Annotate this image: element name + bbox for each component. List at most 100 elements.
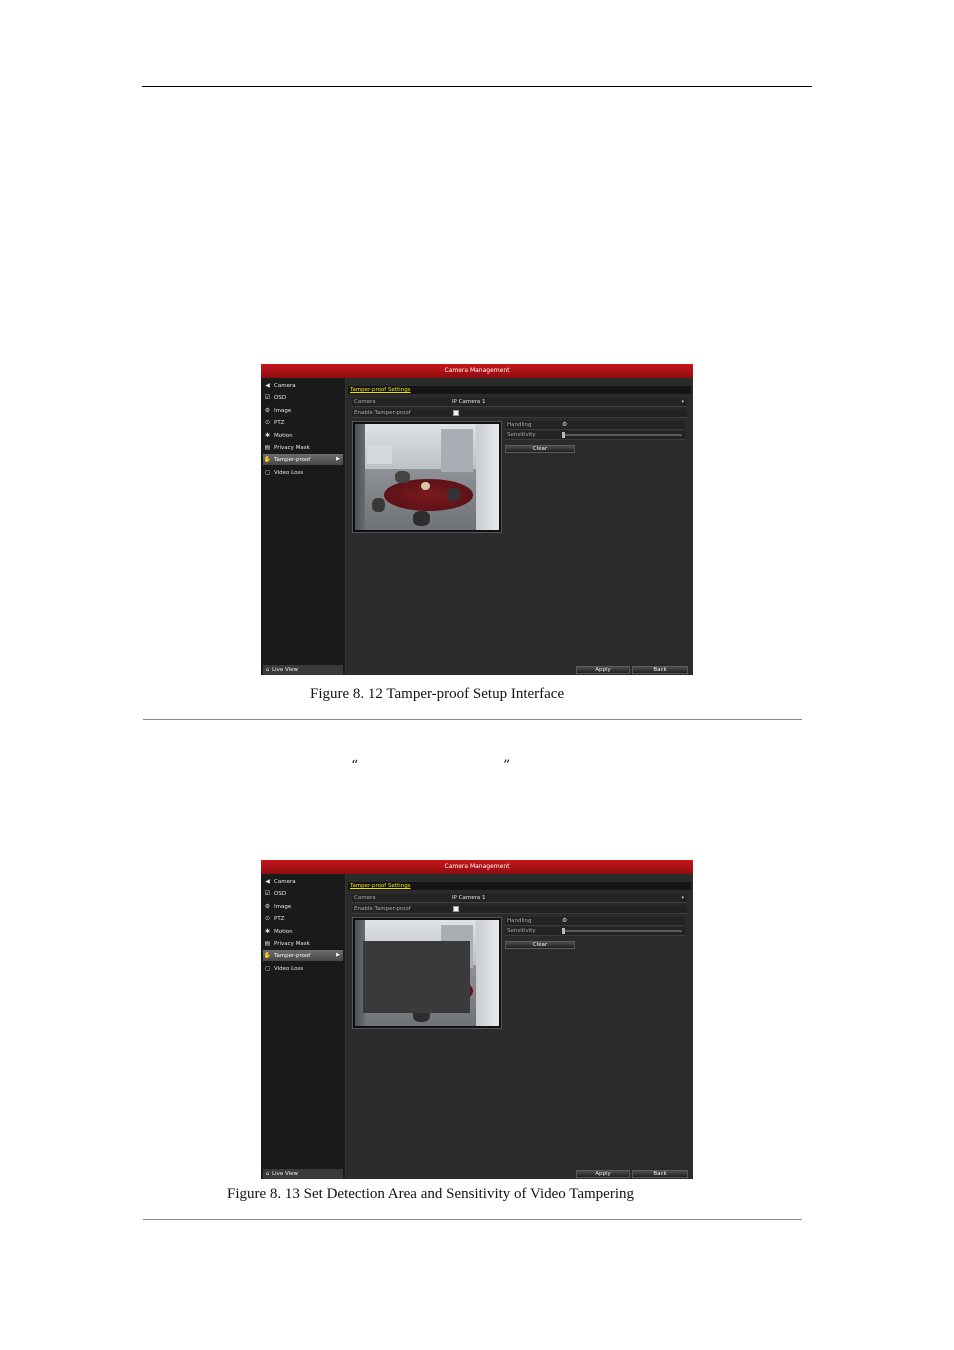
sidebar-item-label: Image bbox=[274, 903, 292, 910]
motion-icon: ✱ bbox=[264, 927, 271, 935]
header-rule bbox=[142, 86, 812, 87]
camera-label: Camera bbox=[354, 399, 376, 405]
settings-panel: Tamper-proof Settings Camera IP Camera 1 ▾ E… bbox=[346, 378, 693, 675]
sidebar-item-video-loss[interactable]: ◻ Video Loss bbox=[263, 963, 343, 974]
clear-button[interactable]: Clear bbox=[505, 445, 575, 453]
handling-row: Handling ⚙ bbox=[505, 421, 685, 430]
camera-value: IP Camera 1 bbox=[452, 895, 486, 901]
figure-separator bbox=[143, 1219, 802, 1220]
sidebar-item-image[interactable]: ⚙ Image bbox=[263, 405, 343, 416]
sensitivity-slider[interactable] bbox=[562, 928, 682, 934]
figure-separator bbox=[143, 719, 802, 720]
sidebar-item-video-loss[interactable]: ◻ Video Loss bbox=[263, 467, 343, 478]
sidebar-item-osd[interactable]: ☑ OSD bbox=[263, 888, 343, 899]
sidebar-item-label: OSD bbox=[274, 891, 287, 898]
camera-label: Camera bbox=[354, 895, 376, 901]
sidebar-item-label: Motion bbox=[274, 432, 293, 439]
settings-sidebar: ◀ Camera ☑ OSD ⚙ Image ⊙ PTZ ✱ Motion ▤ Privacy Mas… bbox=[261, 874, 346, 1179]
camera-select[interactable]: Camera IP Camera 1 ▾ bbox=[352, 894, 687, 903]
sidebar-item-privacy-mask[interactable]: ▤ Privacy Mask bbox=[263, 442, 343, 453]
live-view-button[interactable]: ⌂ Live View bbox=[263, 1169, 343, 1179]
privacy-mask-icon: ▤ bbox=[264, 444, 271, 451]
slider-handle[interactable] bbox=[562, 432, 565, 438]
detection-area[interactable] bbox=[363, 941, 470, 1013]
enable-tamper-proof-label: Enable Tamper-proof bbox=[354, 906, 411, 912]
sidebar-item-label: PTZ bbox=[274, 420, 285, 427]
sidebar-item-label: Camera bbox=[274, 383, 296, 389]
settings-sidebar: ◀ Camera ☑ OSD ⚙ Image ⊙ PTZ ✱ Motion ▤ Privacy Mas… bbox=[261, 378, 346, 675]
sensitivity-slider[interactable] bbox=[562, 432, 682, 438]
settings-panel: Tamper-proof Settings Camera IP Camera 1 ▾ E… bbox=[346, 874, 693, 1179]
sidebar-item-motion[interactable]: ✱ Motion bbox=[263, 430, 343, 441]
handling-label: Handling bbox=[507, 422, 532, 428]
back-button[interactable]: Back bbox=[632, 1170, 688, 1178]
sidebar-item-ptz[interactable]: ⊙ PTZ bbox=[263, 417, 343, 428]
camera-select[interactable]: Camera IP Camera 1 ▾ bbox=[352, 398, 687, 407]
video-preview[interactable] bbox=[352, 421, 502, 533]
chevron-down-icon: ▾ bbox=[681, 399, 684, 405]
back-button[interactable]: Back bbox=[632, 666, 688, 674]
enable-tamper-proof-checkbox[interactable] bbox=[453, 906, 459, 912]
live-view-button[interactable]: ⌂ Live View bbox=[263, 665, 343, 675]
sidebar-item-label: Video Loss bbox=[274, 469, 304, 476]
camera-value: IP Camera 1 bbox=[452, 399, 486, 405]
sidebar-item-motion[interactable]: ✱ Motion bbox=[263, 926, 343, 937]
home-icon: ⌂ bbox=[265, 667, 270, 673]
sidebar-item-label: Tamper-proof bbox=[274, 953, 311, 960]
tamper-proof-setup-screenshot: Camera Management ◀ Camera ☑ OSD ⚙ Image ⊙ PTZ ✱ M… bbox=[261, 364, 693, 675]
apply-button[interactable]: Apply bbox=[576, 666, 630, 674]
sidebar-item-label: Tamper-proof bbox=[274, 457, 311, 464]
sidebar-item-osd[interactable]: ☑ OSD bbox=[263, 392, 343, 403]
tamper-proof-icon: ✋ bbox=[263, 456, 272, 464]
sidebar-item-ptz[interactable]: ⊙ PTZ bbox=[263, 913, 343, 924]
camera-icon: ◀ bbox=[265, 878, 270, 885]
image-icon: ⚙ bbox=[264, 406, 271, 414]
live-view-label: Live View bbox=[272, 667, 299, 673]
gear-icon[interactable]: ⚙ bbox=[562, 421, 567, 429]
window-title: Camera Management bbox=[261, 860, 693, 874]
sidebar-item-camera[interactable]: ◀ Camera bbox=[263, 876, 343, 887]
handling-row: Handling ⚙ bbox=[505, 917, 685, 926]
enable-tamper-proof-label: Enable Tamper-proof bbox=[354, 410, 411, 416]
sidebar-item-label: Motion bbox=[274, 928, 293, 935]
osd-icon: ☑ bbox=[264, 394, 271, 402]
sidebar-item-tamper-proof[interactable]: ✋ Tamper-proof ▶ bbox=[263, 950, 343, 962]
video-loss-icon: ◻ bbox=[265, 964, 270, 972]
section-title: Tamper-proof Settings bbox=[348, 386, 691, 394]
video-preview[interactable] bbox=[352, 917, 502, 1029]
sidebar-item-label: Privacy Mask bbox=[274, 445, 310, 451]
sidebar-item-camera[interactable]: ◀ Camera bbox=[263, 380, 343, 391]
sidebar-item-image[interactable]: ⚙ Image bbox=[263, 901, 343, 912]
detection-area-screenshot: Camera Management ◀ Camera ☑ OSD ⚙ Image ⊙ PTZ ✱ M… bbox=[261, 860, 693, 1179]
gear-icon[interactable]: ⚙ bbox=[562, 917, 567, 925]
sidebar-item-label: OSD bbox=[274, 395, 287, 402]
open-quote-mark: “ bbox=[351, 758, 359, 774]
apply-button[interactable]: Apply bbox=[576, 1170, 630, 1178]
close-quote-mark: ” bbox=[503, 758, 511, 774]
live-view-label: Live View bbox=[272, 1171, 299, 1177]
enable-tamper-proof-checkbox[interactable] bbox=[453, 410, 459, 416]
clear-button[interactable]: Clear bbox=[505, 941, 575, 949]
handling-label: Handling bbox=[507, 918, 532, 924]
enable-tamper-proof-row: Enable Tamper-proof bbox=[352, 905, 687, 914]
chevron-right-icon: ▶ bbox=[336, 952, 340, 959]
figure-caption: Figure 8. 12 Tamper-proof Setup Interfac… bbox=[310, 686, 565, 702]
video-loss-icon: ◻ bbox=[265, 468, 270, 476]
home-icon: ⌂ bbox=[265, 1171, 270, 1177]
motion-icon: ✱ bbox=[264, 431, 271, 439]
figure-caption: Figure 8. 13 Set Detection Area and Sens… bbox=[227, 1186, 635, 1202]
slider-handle[interactable] bbox=[562, 928, 565, 934]
sidebar-item-label: PTZ bbox=[274, 916, 285, 923]
tamper-proof-icon: ✋ bbox=[263, 952, 272, 960]
ptz-icon: ⊙ bbox=[264, 915, 271, 923]
enable-tamper-proof-row: Enable Tamper-proof bbox=[352, 409, 687, 418]
sensitivity-row: Sensitivity bbox=[505, 431, 685, 440]
camera-icon: ◀ bbox=[265, 382, 270, 389]
osd-icon: ☑ bbox=[264, 890, 271, 898]
sidebar-item-tamper-proof[interactable]: ✋ Tamper-proof ▶ bbox=[263, 454, 343, 466]
sidebar-item-label: Image bbox=[274, 407, 292, 414]
chevron-right-icon: ▶ bbox=[336, 456, 340, 463]
sidebar-item-privacy-mask[interactable]: ▤ Privacy Mask bbox=[263, 938, 343, 949]
sensitivity-label: Sensitivity bbox=[507, 928, 536, 934]
sidebar-item-label: Privacy Mask bbox=[274, 941, 310, 947]
